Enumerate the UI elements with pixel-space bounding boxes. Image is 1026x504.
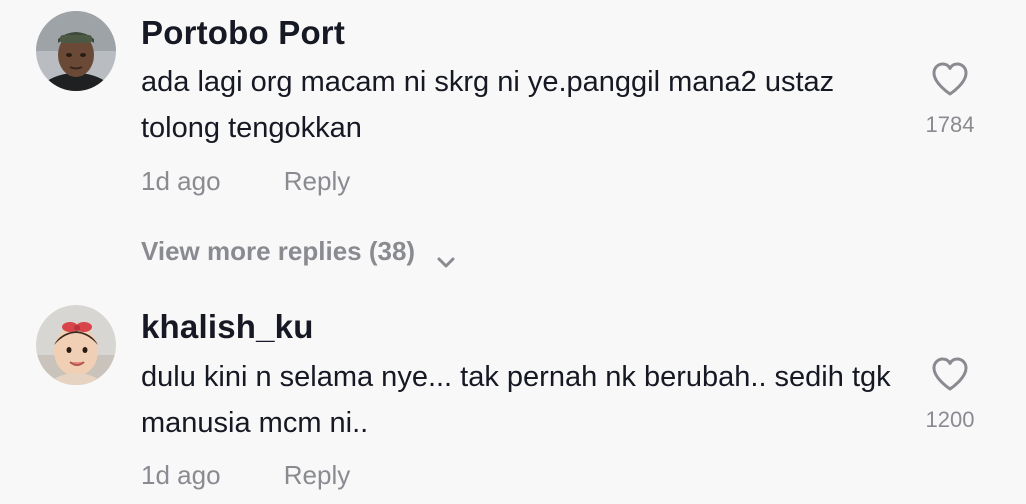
reply-button[interactable]: Reply	[284, 166, 350, 196]
avatar[interactable]	[36, 11, 116, 91]
comment-timestamp: 1d ago	[141, 460, 221, 490]
like-control: 1784	[920, 61, 980, 138]
reply-button[interactable]: Reply	[284, 460, 350, 490]
view-more-replies-label: View more replies (38)	[141, 236, 416, 266]
like-count: 1784	[925, 112, 975, 137]
comment-username[interactable]: Portobo Port	[141, 14, 345, 52]
heart-outline-icon[interactable]	[931, 61, 969, 97]
view-more-replies-button[interactable]: View more replies (38)	[141, 236, 456, 268]
comment-meta: 1d ago Reply	[141, 460, 350, 491]
heart-outline-icon[interactable]	[931, 356, 969, 392]
comment-username[interactable]: khalish_ku	[141, 308, 314, 346]
like-count: 1200	[925, 407, 975, 432]
comment-text: ada lagi org macam ni skrg ni ye.panggil…	[141, 66, 835, 144]
comment-text: dulu kini n selama nye... tak pernah nk …	[141, 361, 891, 439]
like-control: 1200	[920, 356, 980, 433]
chevron-down-icon	[436, 246, 456, 268]
avatar[interactable]	[36, 305, 116, 385]
comment-timestamp: 1d ago	[141, 166, 221, 196]
comment-meta: 1d ago Reply	[141, 166, 350, 197]
